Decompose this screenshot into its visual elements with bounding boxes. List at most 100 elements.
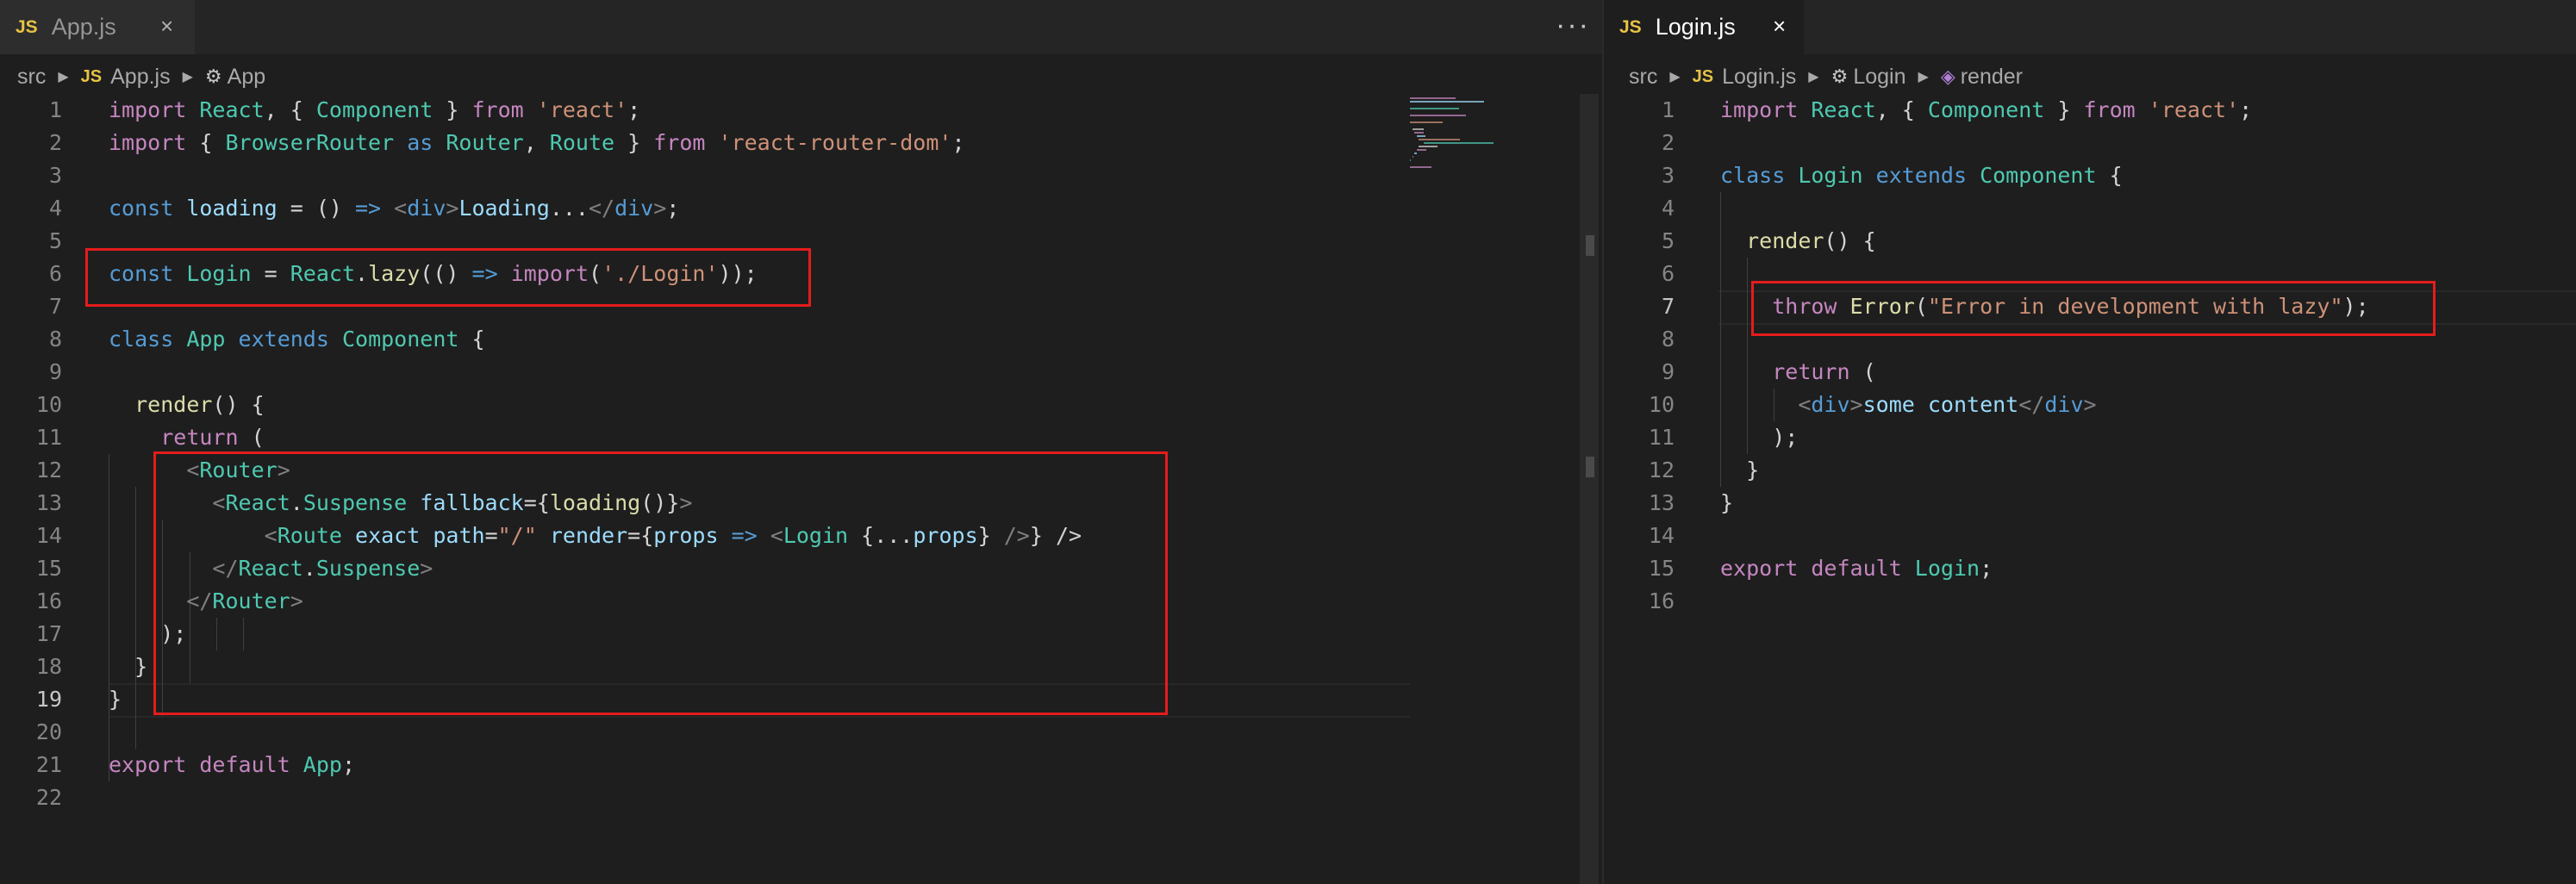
code-editor[interactable]: 1 2 3 4 5 6 7 8 9 10 11 12 13 14 15 16 import React, { … [1604,94,2576,884]
code-line[interactable] [1720,192,2369,225]
left-tab-bar: JS App.js × ··· [0,0,1602,54]
breadcrumb-method[interactable]: render [1961,65,2023,90]
method-symbol-icon: ◈ [1940,65,1955,87]
line-number: 2 [48,130,62,155]
line-number: 1 [1661,97,1675,122]
tab-label: Login.js [1655,14,1736,40]
line-number: 14 [1648,523,1675,548]
breadcrumb-symbol[interactable]: App [228,65,265,90]
breadcrumb: src ▶ JS App.js ▶ ⚙ App [17,60,265,93]
line-number: 5 [48,228,62,253]
line-number: 16 [1648,588,1675,613]
chevron-right-icon: ▶ [182,70,193,84]
line-number: 14 [35,523,62,548]
code-line[interactable] [109,356,1082,389]
annotation-box-throw-error [1751,281,2436,336]
line-number: 7 [1661,294,1675,319]
class-symbol-icon: ⚙ [204,65,222,87]
code-line[interactable]: } [1720,487,2369,520]
close-icon[interactable]: × [1773,13,1786,40]
code-line[interactable]: export default App; [109,749,1082,781]
js-file-icon: JS [80,66,103,86]
breadcrumb-file[interactable]: Login.js [1722,65,1796,90]
minimap-line [1410,101,1484,103]
line-number: 3 [48,163,62,188]
js-file-icon: JS [16,16,38,37]
code-line[interactable]: return ( [1720,356,2369,389]
line-number: 18 [35,654,62,679]
tab-login-js[interactable]: JS Login.js × [1604,0,1804,54]
minimap-line [1410,108,1460,109]
left-editor-group: JS App.js × ··· src ▶ JS App.js ▶ ⚙ App … [0,0,1602,884]
line-number: 2 [1661,130,1675,155]
chevron-right-icon: ▶ [58,70,69,84]
code-line[interactable]: export default Login; [1720,552,2369,585]
code-line[interactable] [109,159,1082,192]
code-line[interactable]: import React, { Component } from 'react'… [109,94,1082,127]
code-line[interactable]: render() { [1720,225,2369,258]
line-number: 10 [1648,392,1675,417]
code-editor[interactable]: 1 2 3 4 5 6 7 8 9 10 11 12 13 14 15 16 17 18 19 20 21 22 impo… [0,94,1602,884]
code-content[interactable]: import React, { Component } from 'react'… [1720,94,2369,618]
tab-app-js[interactable]: JS App.js × [0,0,195,54]
line-number-gutter: 1 2 3 4 5 6 7 8 9 10 11 12 13 14 15 16 [1604,94,1675,618]
line-number: 6 [48,261,62,286]
code-line[interactable]: import React, { Component } from 'react'… [1720,94,2369,127]
minimap-line [1414,132,1424,134]
code-line[interactable]: render() { [109,389,1082,421]
code-line[interactable]: } [1720,454,2369,487]
line-number: 9 [48,359,62,384]
chevron-right-icon: ▶ [1918,70,1929,84]
close-icon[interactable]: × [160,13,173,40]
more-actions-icon[interactable]: ··· [1556,9,1590,42]
line-number: 6 [1661,261,1675,286]
line-number: 13 [1648,490,1675,515]
vertical-scrollbar[interactable] [1580,94,1599,884]
code-line[interactable]: class Login extends Component { [1720,159,2369,192]
right-editor-group: JS Login.js × src ▶ JS Login.js ▶ ⚙ Logi… [1604,0,2576,884]
minimap-line [1419,139,1461,140]
chevron-right-icon: ▶ [1669,70,1681,84]
minimap-line [1410,166,1431,168]
breadcrumb-folder[interactable]: src [17,65,46,90]
breadcrumb: src ▶ JS Login.js ▶ ⚙ Login ▶ ◈ render [1629,60,2023,93]
code-line[interactable] [1720,520,2369,552]
code-line[interactable]: ); [1720,421,2369,454]
line-number: 21 [35,752,62,777]
minimap-line [1410,115,1466,116]
line-number: 13 [35,490,62,515]
code-line[interactable] [1720,585,2369,618]
code-line[interactable]: <div>some content</div> [1720,389,2369,421]
line-number: 8 [48,327,62,352]
minimap-line [1410,97,1456,99]
minimap-line [1423,142,1494,144]
line-number: 17 [35,621,62,646]
minimap[interactable] [1410,97,1539,175]
line-number: 4 [1661,196,1675,221]
breadcrumb-file[interactable]: App.js [110,65,170,90]
line-number: 1 [48,97,62,122]
line-number: 4 [48,196,62,221]
code-line[interactable]: return ( [109,421,1082,454]
js-file-icon: JS [1692,66,1714,86]
scrollbar-marker [1586,457,1594,477]
line-number: 10 [35,392,62,417]
line-number: 7 [48,294,62,319]
line-number: 8 [1661,327,1675,352]
minimap-line [1410,121,1443,123]
code-line[interactable] [109,716,1082,749]
line-number-gutter: 1 2 3 4 5 6 7 8 9 10 11 12 13 14 15 16 17 18 19 20 21 22 [0,94,62,814]
line-number: 11 [1648,425,1675,450]
minimap-line [1416,149,1427,151]
code-line[interactable]: import { BrowserRouter as Router, Route … [109,127,1082,159]
right-tab-bar: JS Login.js × [1604,0,2576,54]
code-line[interactable]: class App extends Component { [109,323,1082,356]
breadcrumb-folder[interactable]: src [1629,65,1657,90]
class-symbol-icon: ⚙ [1831,65,1849,87]
code-line[interactable]: const loading = () => <div>Loading...</d… [109,192,1082,225]
code-line[interactable] [109,781,1082,814]
breadcrumb-class[interactable]: Login [1853,65,1905,90]
code-line[interactable] [1720,127,2369,159]
minimap-line [1416,135,1426,137]
line-number: 15 [1648,556,1675,581]
